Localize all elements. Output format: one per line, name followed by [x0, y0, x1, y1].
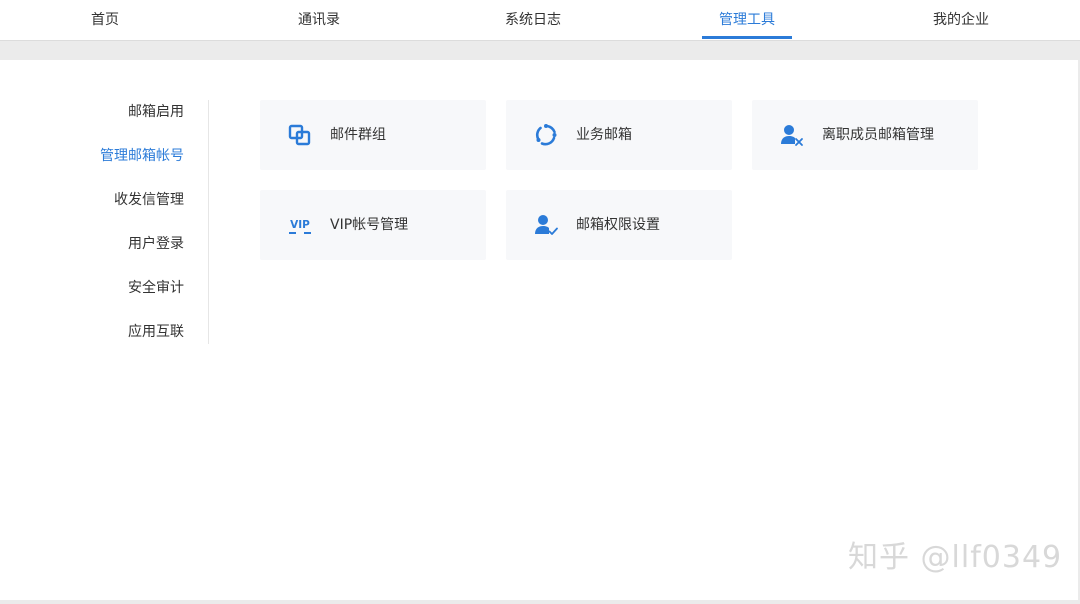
card-departed-member-mailbox[interactable]: 离职成员邮箱管理: [752, 100, 978, 170]
sidebar-item-app-integration[interactable]: 应用互联: [128, 320, 184, 344]
card-label: 业务邮箱: [576, 127, 632, 143]
sidebar-item-mail-flow[interactable]: 收发信管理: [114, 188, 184, 212]
card-label: VIP帐号管理: [330, 217, 409, 233]
tab-contacts[interactable]: 通讯录: [274, 0, 364, 40]
tab-system-log[interactable]: 系统日志: [488, 0, 578, 40]
card-vip-account[interactable]: VIP VIP帐号管理: [260, 190, 486, 260]
card-label: 邮箱权限设置: [576, 217, 660, 233]
active-tab-indicator: [702, 36, 792, 39]
tab-management-tools[interactable]: 管理工具: [702, 0, 792, 40]
sidebar-item-security-audit[interactable]: 安全审计: [128, 276, 184, 300]
card-business-mailbox[interactable]: 业务邮箱: [506, 100, 732, 170]
mail-group-icon: [288, 123, 312, 147]
tab-my-enterprise[interactable]: 我的企业: [916, 0, 1006, 40]
user-check-icon: [534, 213, 558, 237]
card-label: 邮件群组: [330, 127, 386, 143]
card-label: 离职成员邮箱管理: [822, 127, 934, 143]
top-navigation: 首页 通讯录 系统日志 管理工具 我的企业: [0, 0, 1080, 41]
sidebar-item-mailbox-enable[interactable]: 邮箱启用: [128, 100, 184, 124]
watermark: 知乎 @llf0349: [848, 540, 1063, 575]
svg-text:VIP: VIP: [290, 219, 310, 231]
content-panel: 邮箱启用 管理邮箱帐号 收发信管理 用户登录 安全审计 应用互联 邮件群组 业务…: [0, 60, 1078, 600]
sidebar-item-manage-accounts[interactable]: 管理邮箱帐号: [100, 144, 184, 168]
departed-member-icon: [780, 123, 804, 147]
vip-icon: VIP: [288, 213, 312, 237]
card-mailbox-permissions[interactable]: 邮箱权限设置: [506, 190, 732, 260]
sidebar-item-user-login[interactable]: 用户登录: [128, 232, 184, 256]
business-mailbox-icon: [534, 123, 558, 147]
tab-home[interactable]: 首页: [60, 0, 150, 40]
sidebar: 邮箱启用 管理邮箱帐号 收发信管理 用户登录 安全审计 应用互联: [0, 100, 209, 344]
card-mail-group[interactable]: 邮件群组: [260, 100, 486, 170]
